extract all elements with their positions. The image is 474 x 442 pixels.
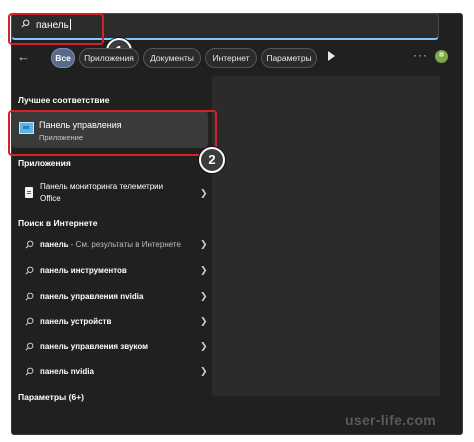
highlight-frame-search <box>8 13 104 45</box>
web-result-label: панель устройств <box>40 317 111 326</box>
filter-documents[interactable]: Документы <box>143 48 201 68</box>
web-result-row[interactable]: панель - См. результаты в Интернете ❯ <box>12 235 208 255</box>
highlight-frame-best-match <box>8 110 217 156</box>
filter-settings[interactable]: Параметры <box>261 48 317 68</box>
app-name-line2: Office <box>40 194 61 203</box>
web-result-query: панель устройств <box>40 317 112 326</box>
app-telemetry-dashboard[interactable]: Панель мониторинга телеметрии Office ❯ <box>12 179 208 209</box>
section-settings[interactable]: Параметры (6+) <box>18 392 84 402</box>
filter-all[interactable]: Все <box>51 48 75 68</box>
chevron-right-icon: ❯ <box>200 265 208 275</box>
chevron-right-icon: ❯ <box>200 316 208 326</box>
web-result-row[interactable]: панель nvidia ❯ <box>12 362 208 382</box>
web-result-query: панель управления nvidia <box>40 292 144 301</box>
search-icon <box>25 367 34 376</box>
filter-apps[interactable]: Приложения <box>79 48 139 68</box>
web-result-row[interactable]: панель инструментов ❯ <box>12 261 208 281</box>
web-result-query: панель управления звуком <box>40 342 149 351</box>
search-icon <box>25 317 34 326</box>
user-avatar[interactable] <box>435 50 448 63</box>
web-result-label: панель nvidia <box>40 367 94 376</box>
web-result-row[interactable]: панель управления звуком ❯ <box>12 337 208 357</box>
web-result-label: панель управления nvidia <box>40 292 143 301</box>
section-web-search: Поиск в Интернете <box>18 218 98 228</box>
filter-internet[interactable]: Интернет <box>205 48 257 68</box>
chevron-right-icon: ❯ <box>200 341 208 351</box>
search-icon <box>25 266 34 275</box>
web-result-label: панель инструментов <box>40 266 127 275</box>
back-arrow-icon[interactable]: ← <box>17 49 30 64</box>
watermark: user-life.com <box>345 412 437 428</box>
step-badge-2: 2 <box>199 147 225 173</box>
web-result-query: панель <box>40 240 69 249</box>
web-result-row[interactable]: панель устройств ❯ <box>12 312 208 332</box>
app-name-line1: Панель мониторинга телеметрии <box>40 182 164 191</box>
section-apps: Приложения <box>18 158 71 168</box>
search-icon <box>25 240 34 249</box>
search-icon <box>25 342 34 351</box>
web-result-hint: - См. результаты в Интернете <box>68 240 181 249</box>
web-result-label: панель управления звуком <box>40 342 148 351</box>
chevron-right-icon: ❯ <box>200 239 208 249</box>
preview-pane <box>212 76 440 396</box>
web-result-row[interactable]: панель управления nvidia ❯ <box>12 287 208 307</box>
more-filters-arrow-icon[interactable] <box>328 51 335 61</box>
office-document-icon <box>25 187 33 198</box>
search-icon <box>25 292 34 301</box>
more-options-icon[interactable]: ··· <box>413 48 428 62</box>
chevron-right-icon: ❯ <box>200 291 208 301</box>
web-result-label: панель - См. результаты в Интернете <box>40 240 181 249</box>
web-result-query: панель nvidia <box>40 367 94 376</box>
chevron-right-icon: ❯ <box>200 366 208 376</box>
chevron-right-icon: ❯ <box>200 188 208 198</box>
filter-bar: ← Все Приложения Документы Интернет Пара… <box>11 48 448 68</box>
section-best-match: Лучшее соответствие <box>18 95 110 105</box>
web-result-query: панель инструментов <box>40 266 127 275</box>
